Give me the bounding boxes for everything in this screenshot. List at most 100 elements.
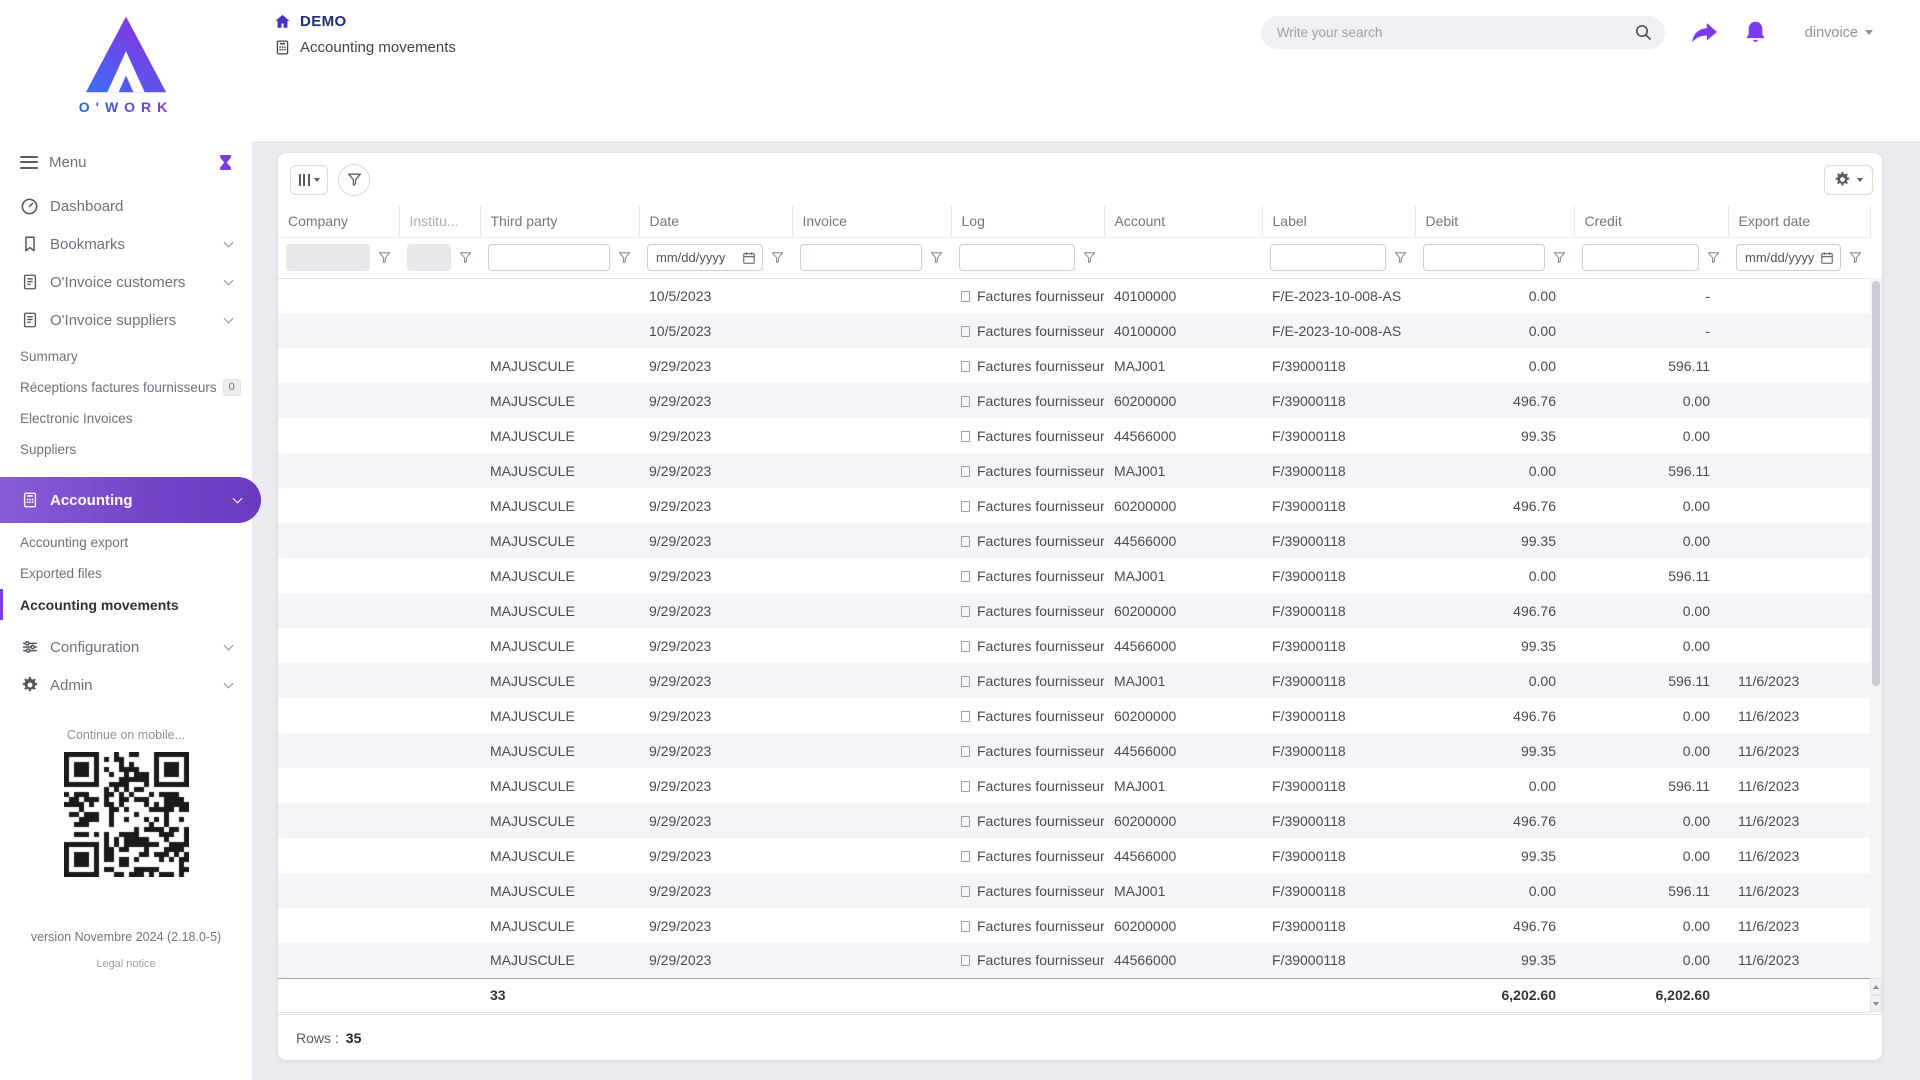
cell-account: 60200000 (1114, 812, 1177, 829)
filter-toggle-button[interactable] (338, 163, 370, 196)
column-chooser-button[interactable] (290, 164, 328, 195)
sidebar-item-oinvoice-suppliers[interactable]: O'Invoice suppliers (0, 301, 252, 339)
table-row[interactable]: MAJUSCULE 9/29/2023 Factures fournisseurs M… (278, 768, 1870, 803)
sidebar-item-accounting-movements[interactable]: Accounting movements (0, 589, 252, 620)
calendar-icon[interactable] (1820, 251, 1834, 265)
table-row[interactable]: MAJUSCULE 9/29/2023 Factures fournisseurs 6… (278, 383, 1870, 418)
export-date-filter-input[interactable]: mm/dd/yyyy (1736, 244, 1841, 271)
cell-credit: 596.11 (1668, 672, 1710, 689)
column-header-date[interactable]: Date (639, 206, 793, 238)
sidebar-item-summary[interactable]: Summary (0, 341, 252, 372)
table-row[interactable]: MAJUSCULE 9/29/2023 Factures fournisseurs 6… (278, 803, 1870, 838)
label-filter-funnel-icon[interactable] (1391, 248, 1410, 267)
log-filter-input[interactable] (959, 244, 1075, 271)
table-row[interactable]: MAJUSCULE 9/29/2023 Factures fournisseurs 4… (278, 733, 1870, 768)
sidebar-item-exported-files[interactable]: Exported files (0, 558, 252, 589)
table-row[interactable]: MAJUSCULE 9/29/2023 Factures fournisseurs 4… (278, 523, 1870, 558)
sidebar-item-accounting-export[interactable]: Accounting export (0, 527, 252, 558)
legal-notice-link[interactable]: Legal notice (0, 958, 252, 970)
log-icon (961, 500, 970, 512)
app-title[interactable]: DEMO (274, 13, 456, 30)
debit-filter-input[interactable] (1423, 244, 1545, 271)
log-icon (961, 395, 970, 407)
credit-filter-funnel-icon[interactable] (1704, 248, 1723, 267)
credit-filter-input[interactable] (1582, 244, 1699, 271)
table-row[interactable]: MAJUSCULE 9/29/2023 Factures fournisseurs 4… (278, 418, 1870, 453)
date-filter-funnel-icon[interactable] (768, 248, 787, 267)
invoice-filter-input[interactable] (800, 244, 922, 271)
debit-filter-funnel-icon[interactable] (1550, 248, 1569, 267)
column-header-invoice[interactable]: Invoice (792, 206, 952, 238)
cell-invoice (792, 663, 951, 698)
table-row[interactable]: MAJUSCULE 9/29/2023 Factures fournisseurs M… (278, 348, 1870, 383)
log-icon (961, 955, 970, 967)
invoice-filter-funnel-icon[interactable] (927, 248, 946, 267)
table-row[interactable]: MAJUSCULE 9/29/2023 Factures fournisseurs 6… (278, 908, 1870, 943)
column-header-third-party[interactable]: Third party (480, 206, 640, 238)
column-header-debit[interactable]: Debit (1415, 206, 1575, 238)
cell-company (278, 803, 399, 838)
cell-company (278, 768, 399, 803)
table-row[interactable]: MAJUSCULE 9/29/2023 Factures fournisseurs 6… (278, 698, 1870, 733)
table-row[interactable]: 10/5/2023 Factures fournisseurs 40100000 F/… (278, 278, 1870, 313)
label-filter-input[interactable] (1270, 244, 1386, 271)
column-header-institution[interactable]: Institu... (399, 206, 481, 238)
column-header-company[interactable]: Company (278, 206, 400, 238)
sidebar-item-suppliers[interactable]: Suppliers (0, 434, 252, 465)
sidebar-item-dashboard[interactable]: Dashboard (0, 187, 252, 225)
sidebar-item-accounting[interactable]: Accounting (0, 477, 261, 523)
vertical-scrollbar[interactable] (1870, 278, 1882, 1012)
column-header-log[interactable]: Log (951, 206, 1105, 238)
cell-export-date (1728, 313, 1870, 348)
scroll-down-button[interactable] (1870, 995, 1882, 1012)
table-row[interactable]: MAJUSCULE 9/29/2023 Factures fournisseurs 6… (278, 593, 1870, 628)
table-row[interactable]: MAJUSCULE 9/29/2023 Factures fournisseurs M… (278, 873, 1870, 908)
column-header-account[interactable]: Account (1104, 206, 1263, 238)
institution-filter-funnel-icon[interactable] (456, 248, 475, 267)
column-header-export-date[interactable]: Export date (1728, 206, 1871, 238)
chevron-down-icon (223, 275, 234, 285)
table-row[interactable]: MAJUSCULE 9/29/2023 Factures fournisseurs M… (278, 663, 1870, 698)
search-input[interactable] (1260, 16, 1665, 49)
table-row[interactable]: MAJUSCULE 9/29/2023 Factures fournisseurs M… (278, 558, 1870, 593)
column-header-credit[interactable]: Credit (1574, 206, 1729, 238)
calendar-icon[interactable] (742, 251, 756, 265)
table-row[interactable]: MAJUSCULE 9/29/2023 Factures fournisseurs 4… (278, 943, 1870, 978)
log-filter-funnel-icon[interactable] (1080, 248, 1099, 267)
sidebar-item-configuration[interactable]: Configuration (0, 628, 252, 666)
company-filter-funnel-icon[interactable] (375, 248, 394, 267)
sidebar-item-electronic-invoices[interactable]: Electronic Invoices (0, 403, 252, 434)
cell-invoice (792, 593, 951, 628)
cell-export-date (1728, 593, 1870, 628)
user-menu[interactable]: dinvoice (1805, 25, 1873, 41)
cell-label: F/39000118 (1272, 882, 1346, 899)
sidebar-item-admin[interactable]: Admin (0, 666, 252, 704)
grid-settings-button[interactable] (1824, 164, 1873, 195)
date-filter-input[interactable]: mm/dd/yyyy (647, 244, 763, 271)
third-party-filter-input[interactable] (488, 244, 610, 271)
share-icon[interactable] (1691, 22, 1718, 44)
brand-logo[interactable]: O'WORK (0, 0, 252, 115)
menu-toggle[interactable]: Menu (0, 141, 252, 183)
log-icon (961, 780, 970, 792)
table-row[interactable]: MAJUSCULE 9/29/2023 Factures fournisseurs 4… (278, 838, 1870, 873)
export-date-filter-funnel-icon[interactable] (1846, 248, 1865, 267)
search-icon[interactable] (1634, 23, 1652, 41)
column-header-label[interactable]: Label (1262, 206, 1416, 238)
sidebar-item-bookmarks[interactable]: Bookmarks (0, 225, 252, 263)
scrollbar-thumb[interactable] (1872, 281, 1880, 686)
cell-institution (399, 453, 480, 488)
pin-sidebar-icon[interactable] (219, 154, 232, 170)
table-row[interactable]: MAJUSCULE 9/29/2023 Factures fournisseurs 4… (278, 628, 1870, 663)
cell-credit: 0.00 (1682, 602, 1710, 619)
sidebar-item-receptions-factures[interactable]: Réceptions factures fournisseurs 0 (0, 372, 252, 403)
cell-log: Factures fournisseurs (951, 698, 1104, 733)
third-party-filter-funnel-icon[interactable] (615, 248, 634, 267)
table-row[interactable]: MAJUSCULE 9/29/2023 Factures fournisseurs M… (278, 453, 1870, 488)
table-row[interactable]: 10/5/2023 Factures fournisseurs 40100000 F/… (278, 313, 1870, 348)
table-row[interactable]: MAJUSCULE 9/29/2023 Factures fournisseurs 6… (278, 488, 1870, 523)
scroll-up-button[interactable] (1870, 978, 1882, 995)
cell-company (278, 278, 399, 313)
sidebar-item-oinvoice-customers[interactable]: O'Invoice customers (0, 263, 252, 301)
notification-bell-icon[interactable] (1744, 20, 1767, 45)
